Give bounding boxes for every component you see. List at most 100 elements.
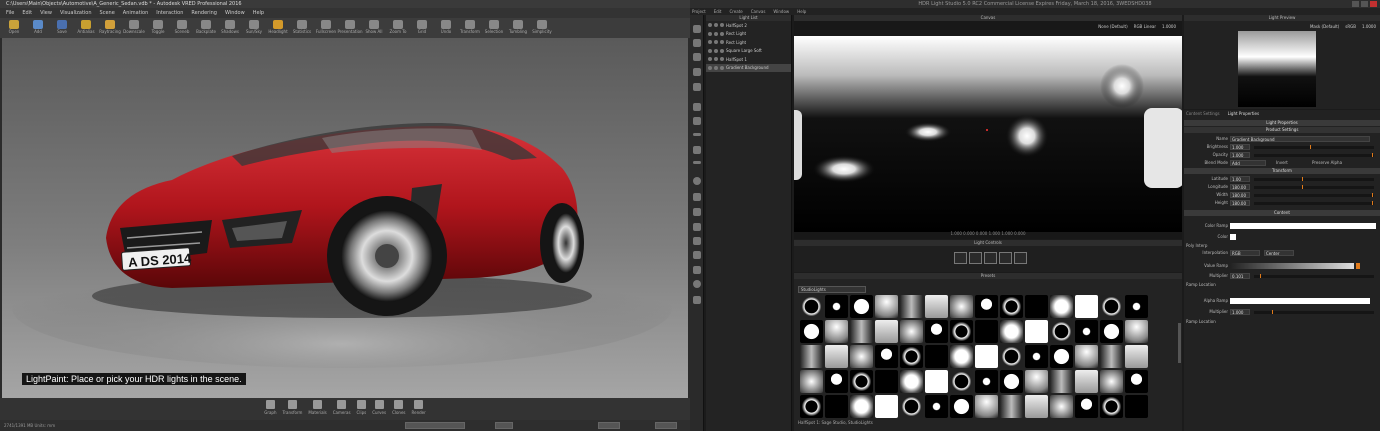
preset-thumbnail[interactable] bbox=[800, 345, 823, 368]
preset-thumbnail[interactable] bbox=[1125, 345, 1148, 368]
preset-thumbnail[interactable] bbox=[1125, 295, 1148, 318]
preset-thumbnail[interactable] bbox=[875, 320, 898, 343]
value-ramp-handle[interactable] bbox=[1356, 263, 1360, 269]
preset-thumbnail[interactable] bbox=[925, 370, 948, 393]
brightness-field[interactable]: 1.000 bbox=[1230, 144, 1250, 150]
preset-thumbnail[interactable] bbox=[875, 395, 898, 418]
preserve-alpha-checkbox[interactable]: Preserve Alpha bbox=[1312, 160, 1342, 165]
preset-thumbnail[interactable] bbox=[825, 295, 848, 318]
color-swatch[interactable] bbox=[1230, 234, 1236, 240]
preset-thumbnail[interactable] bbox=[825, 320, 848, 343]
units-field[interactable] bbox=[495, 422, 513, 429]
preset-thumbnail[interactable] bbox=[900, 370, 923, 393]
preset-thumbnail[interactable] bbox=[1125, 370, 1148, 393]
interpolation-select[interactable]: RGB bbox=[1230, 250, 1260, 256]
preset-thumbnail[interactable] bbox=[1125, 320, 1148, 343]
maximize-icon[interactable] bbox=[1361, 1, 1368, 7]
preset-thumbnail[interactable] bbox=[1100, 320, 1123, 343]
menu-animation[interactable]: Animation bbox=[123, 10, 149, 16]
opacity-slider[interactable] bbox=[1254, 154, 1374, 157]
latitude-slider[interactable] bbox=[1254, 178, 1374, 181]
preset-thumbnail[interactable] bbox=[875, 295, 898, 318]
preset-thumbnail[interactable] bbox=[1000, 295, 1023, 318]
light-row[interactable]: HalfSpot 1 bbox=[706, 55, 791, 64]
preset-thumbnail[interactable] bbox=[800, 395, 823, 418]
preset-thumbnail[interactable] bbox=[900, 395, 923, 418]
preset-thumbnail[interactable] bbox=[950, 320, 973, 343]
shadows-button[interactable]: Shadows bbox=[219, 18, 241, 38]
preset-thumbnail[interactable] bbox=[800, 295, 823, 318]
preset-thumbnail[interactable] bbox=[950, 345, 973, 368]
preset-thumbnail[interactable] bbox=[975, 345, 998, 368]
alpha-ramp[interactable] bbox=[1230, 298, 1370, 304]
presets-scrollbar[interactable] bbox=[1178, 323, 1181, 363]
tool-icon[interactable] bbox=[693, 251, 701, 259]
preset-thumbnail[interactable] bbox=[1050, 295, 1073, 318]
tool-icon[interactable] bbox=[693, 280, 701, 288]
tool-icon[interactable] bbox=[693, 117, 701, 125]
menu-create[interactable]: Create bbox=[729, 9, 742, 14]
invert-checkbox[interactable]: Invert bbox=[1276, 160, 1288, 165]
value-ramp[interactable] bbox=[1230, 263, 1354, 269]
preset-thumbnail[interactable] bbox=[900, 345, 923, 368]
preset-thumbnail[interactable] bbox=[900, 320, 923, 343]
save-button[interactable]: Save bbox=[51, 18, 73, 38]
menu-file[interactable]: File bbox=[6, 10, 14, 16]
toggle-button[interactable]: Toggle bbox=[147, 18, 169, 38]
light-row[interactable]: Rect Light bbox=[706, 30, 791, 39]
headlight-button[interactable]: Headlight bbox=[267, 18, 289, 38]
tonemap-select[interactable]: None (Default) bbox=[1098, 24, 1127, 29]
preset-thumbnail[interactable] bbox=[1025, 320, 1048, 343]
selection-button[interactable]: Selection bbox=[483, 18, 505, 38]
clips-button[interactable]: Clips bbox=[357, 400, 366, 415]
longitude-field[interactable]: 180.00 bbox=[1230, 184, 1250, 190]
name-field[interactable]: Gradient Background bbox=[1230, 136, 1370, 142]
preset-thumbnail[interactable] bbox=[1075, 295, 1098, 318]
menu-rendering[interactable]: Rendering bbox=[191, 10, 217, 16]
add-button[interactable]: Add bbox=[27, 18, 49, 38]
latitude-field[interactable]: 1.00 bbox=[1230, 176, 1250, 182]
preset-thumbnail[interactable] bbox=[1000, 345, 1023, 368]
preset-thumbnail[interactable] bbox=[1025, 395, 1048, 418]
preset-thumbnail[interactable] bbox=[1000, 370, 1023, 393]
tab-content-settings[interactable]: Content Settings bbox=[1186, 111, 1220, 116]
menu-project[interactable]: Project bbox=[692, 9, 706, 14]
preset-thumbnail[interactable] bbox=[1025, 295, 1048, 318]
blend-select[interactable]: Add bbox=[1230, 160, 1266, 166]
preset-thumbnail[interactable] bbox=[875, 370, 898, 393]
backplate-button[interactable]: Backplate bbox=[195, 18, 217, 38]
preset-thumbnail[interactable] bbox=[1100, 295, 1123, 318]
tool-icon[interactable] bbox=[693, 103, 701, 111]
opacity-field[interactable]: 1.000 bbox=[1230, 152, 1250, 158]
preview-exposure-field[interactable]: 1.0000 bbox=[1362, 24, 1376, 29]
hdr-canvas-image[interactable] bbox=[794, 36, 1182, 232]
status-field[interactable] bbox=[405, 422, 465, 429]
multiplier-field[interactable]: 0.101 bbox=[1230, 273, 1250, 279]
tool-icon[interactable] bbox=[693, 161, 701, 164]
graph-button[interactable]: Graph bbox=[264, 400, 277, 415]
preset-thumbnail[interactable] bbox=[1025, 345, 1048, 368]
zoom-to-button[interactable]: Zoom To bbox=[387, 18, 409, 38]
menu-interaction[interactable]: Interaction bbox=[156, 10, 183, 16]
preview-mask-select[interactable]: Mask (Default) bbox=[1310, 24, 1339, 29]
preset-thumbnail[interactable] bbox=[1000, 395, 1023, 418]
preview-colorspace-select[interactable]: sRGB bbox=[1345, 24, 1356, 29]
fullscreen-button[interactable]: Fullscreen bbox=[315, 18, 337, 38]
exposure-field[interactable]: 1.0000 bbox=[1162, 24, 1176, 29]
preset-thumbnail[interactable] bbox=[1025, 370, 1048, 393]
tool-icon[interactable] bbox=[693, 266, 701, 274]
preset-thumbnail[interactable] bbox=[925, 295, 948, 318]
curves-button[interactable]: Curves bbox=[372, 400, 386, 415]
multiplier2-field[interactable]: 1.000 bbox=[1230, 309, 1250, 315]
preset-thumbnail[interactable] bbox=[850, 395, 873, 418]
preset-thumbnail[interactable] bbox=[1050, 320, 1073, 343]
preset-thumbnail[interactable] bbox=[925, 345, 948, 368]
light-row-selected[interactable]: Gradient Background bbox=[706, 63, 791, 72]
preset-thumbnail[interactable] bbox=[1075, 370, 1098, 393]
preset-thumbnail[interactable] bbox=[850, 345, 873, 368]
light-row[interactable]: HalfSpot 2 bbox=[706, 21, 791, 30]
preset-thumbnail[interactable] bbox=[800, 370, 823, 393]
brightness-slider[interactable] bbox=[1254, 146, 1374, 149]
preset-thumbnail[interactable] bbox=[1050, 370, 1073, 393]
preset-thumbnail[interactable] bbox=[950, 370, 973, 393]
